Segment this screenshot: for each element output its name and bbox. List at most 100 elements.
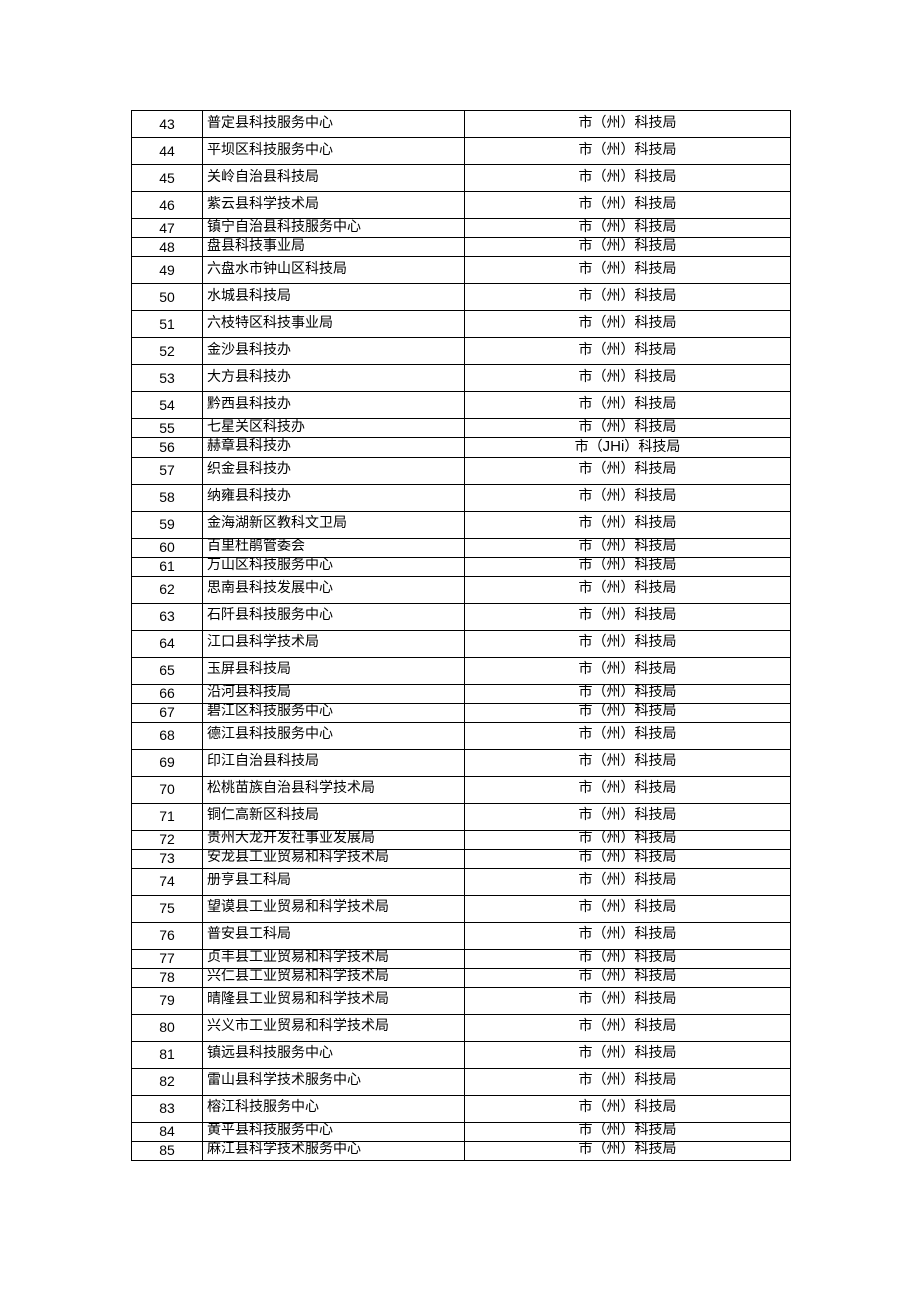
- supervisor-org: 市（州）科技局: [465, 511, 791, 538]
- table-row: 53大方县科技办市（州）科技局: [132, 365, 791, 392]
- unit-name: 江口县科学技术局: [203, 630, 465, 657]
- unit-name: 玉屏县科技局: [203, 657, 465, 684]
- row-number: 48: [132, 238, 203, 257]
- table-row: 60百里杜鹃管委会市（州）科技局: [132, 538, 791, 557]
- table-body: 43普定县科技服务中心市（州）科技局44平坝区科技服务中心市（州）科技局45关岭…: [132, 111, 791, 1161]
- supervisor-org: 市（州）科技局: [465, 338, 791, 365]
- table-row: 46紫云县科学技术局市（州）科技局: [132, 192, 791, 219]
- row-number: 69: [132, 749, 203, 776]
- unit-name: 麻江县科学技术服务中心: [203, 1141, 465, 1160]
- row-number: 81: [132, 1041, 203, 1068]
- supervisor-org: 市（州）科技局: [465, 830, 791, 849]
- row-number: 68: [132, 722, 203, 749]
- supervisor-org: 市（州）科技局: [465, 311, 791, 338]
- unit-name: 晴隆县工业贸易和科学技术局: [203, 987, 465, 1014]
- row-number: 55: [132, 419, 203, 438]
- table-row: 55七星关区科技办市（州）科技局: [132, 419, 791, 438]
- table-row: 70松桃苗族自治县科学技术局市（州）科技局: [132, 776, 791, 803]
- supervisor-org: 市（州）科技局: [465, 1068, 791, 1095]
- unit-name: 赫章县科技办: [203, 438, 465, 458]
- table-row: 63石阡县科技服务中心市（州）科技局: [132, 603, 791, 630]
- supervisor-org: 市（州）科技局: [465, 803, 791, 830]
- table-row: 62思南县科技发展中心市（州）科技局: [132, 576, 791, 603]
- table-row: 50水城县科技局市（州）科技局: [132, 284, 791, 311]
- unit-name: 贞丰县工业贸易和科学技术局: [203, 949, 465, 968]
- supervisor-org: 市（州）科技局: [465, 630, 791, 657]
- supervisor-org: 市（州）科技局: [465, 749, 791, 776]
- unit-name: 望谟县工业贸易和科学技术局: [203, 895, 465, 922]
- document-page: 43普定县科技服务中心市（州）科技局44平坝区科技服务中心市（州）科技局45关岭…: [0, 0, 920, 1211]
- unit-name: 金沙县科技办: [203, 338, 465, 365]
- unit-name: 六枝特区科技事业局: [203, 311, 465, 338]
- row-number: 45: [132, 165, 203, 192]
- unit-name: 德江县科技服务中心: [203, 722, 465, 749]
- unit-name: 关岭自治县科技局: [203, 165, 465, 192]
- supervisor-org: 市（州）科技局: [465, 457, 791, 484]
- table-row: 73安龙县工业贸易和科学技术局市（州）科技局: [132, 849, 791, 868]
- row-number: 82: [132, 1068, 203, 1095]
- table-row: 47镇宁自治县科技服务中心市（州）科技局: [132, 219, 791, 238]
- unit-name: 碧江区科技服务中心: [203, 703, 465, 722]
- row-number: 77: [132, 949, 203, 968]
- supervisor-org: 市（州）科技局: [465, 603, 791, 630]
- data-table: 43普定县科技服务中心市（州）科技局44平坝区科技服务中心市（州）科技局45关岭…: [131, 110, 791, 1161]
- unit-name: 思南县科技发展中心: [203, 576, 465, 603]
- table-row: 65玉屏县科技局市（州）科技局: [132, 657, 791, 684]
- unit-name: 沿河县科技局: [203, 684, 465, 703]
- unit-name: 平坝区科技服务中心: [203, 138, 465, 165]
- row-number: 80: [132, 1014, 203, 1041]
- supervisor-org: 市（州）科技局: [465, 138, 791, 165]
- supervisor-org: 市（州）科技局: [465, 922, 791, 949]
- row-number: 47: [132, 219, 203, 238]
- table-row: 49六盘水市钟山区科技局市（州）科技局: [132, 257, 791, 284]
- row-number: 57: [132, 457, 203, 484]
- row-number: 62: [132, 576, 203, 603]
- table-row: 56赫章县科技办市（JHi）科技局: [132, 438, 791, 458]
- unit-name: 贵州大龙开发社事业发展局: [203, 830, 465, 849]
- unit-name: 盘县科技事业局: [203, 238, 465, 257]
- supervisor-org: 市（州）科技局: [465, 365, 791, 392]
- table-row: 64江口县科学技术局市（州）科技局: [132, 630, 791, 657]
- table-row: 66沿河县科技局市（州）科技局: [132, 684, 791, 703]
- row-number: 51: [132, 311, 203, 338]
- table-row: 78兴仁县工业贸易和科学技术局市（州）科技局: [132, 968, 791, 987]
- unit-name: 大方县科技办: [203, 365, 465, 392]
- table-row: 77贞丰县工业贸易和科学技术局市（州）科技局: [132, 949, 791, 968]
- row-number: 44: [132, 138, 203, 165]
- unit-name: 雷山县科学技术服务中心: [203, 1068, 465, 1095]
- row-number: 54: [132, 392, 203, 419]
- supervisor-org: 市（州）科技局: [465, 1095, 791, 1122]
- row-number: 61: [132, 557, 203, 576]
- supervisor-org: 市（州）科技局: [465, 419, 791, 438]
- table-row: 57织金县科技办市（州）科技局: [132, 457, 791, 484]
- table-row: 59金海湖新区教科文卫局市（州）科技局: [132, 511, 791, 538]
- supervisor-org: 市（州）科技局: [465, 684, 791, 703]
- table-row: 52金沙县科技办市（州）科技局: [132, 338, 791, 365]
- row-number: 85: [132, 1141, 203, 1160]
- row-number: 50: [132, 284, 203, 311]
- table-row: 69印江自治县科技局市（州）科技局: [132, 749, 791, 776]
- row-number: 64: [132, 630, 203, 657]
- row-number: 70: [132, 776, 203, 803]
- table-row: 75望谟县工业贸易和科学技术局市（州）科技局: [132, 895, 791, 922]
- unit-name: 六盘水市钟山区科技局: [203, 257, 465, 284]
- unit-name: 榕江科技服务中心: [203, 1095, 465, 1122]
- unit-name: 兴仁县工业贸易和科学技术局: [203, 968, 465, 987]
- row-number: 66: [132, 684, 203, 703]
- supervisor-org: 市（州）科技局: [465, 165, 791, 192]
- supervisor-org: 市（JHi）科技局: [465, 438, 791, 458]
- supervisor-org: 市（州）科技局: [465, 111, 791, 138]
- unit-name: 兴义市工业贸易和科学技术局: [203, 1014, 465, 1041]
- row-number: 78: [132, 968, 203, 987]
- row-number: 74: [132, 868, 203, 895]
- table-row: 80兴义市工业贸易和科学技术局市（州）科技局: [132, 1014, 791, 1041]
- unit-name: 黔西县科技办: [203, 392, 465, 419]
- unit-name: 册亨县工科局: [203, 868, 465, 895]
- supervisor-org: 市（州）科技局: [465, 238, 791, 257]
- unit-name: 安龙县工业贸易和科学技术局: [203, 849, 465, 868]
- supervisor-org: 市（州）科技局: [465, 895, 791, 922]
- unit-name: 铜仁高新区科技局: [203, 803, 465, 830]
- unit-name: 石阡县科技服务中心: [203, 603, 465, 630]
- table-row: 58纳雍县科技办市（州）科技局: [132, 484, 791, 511]
- row-number: 46: [132, 192, 203, 219]
